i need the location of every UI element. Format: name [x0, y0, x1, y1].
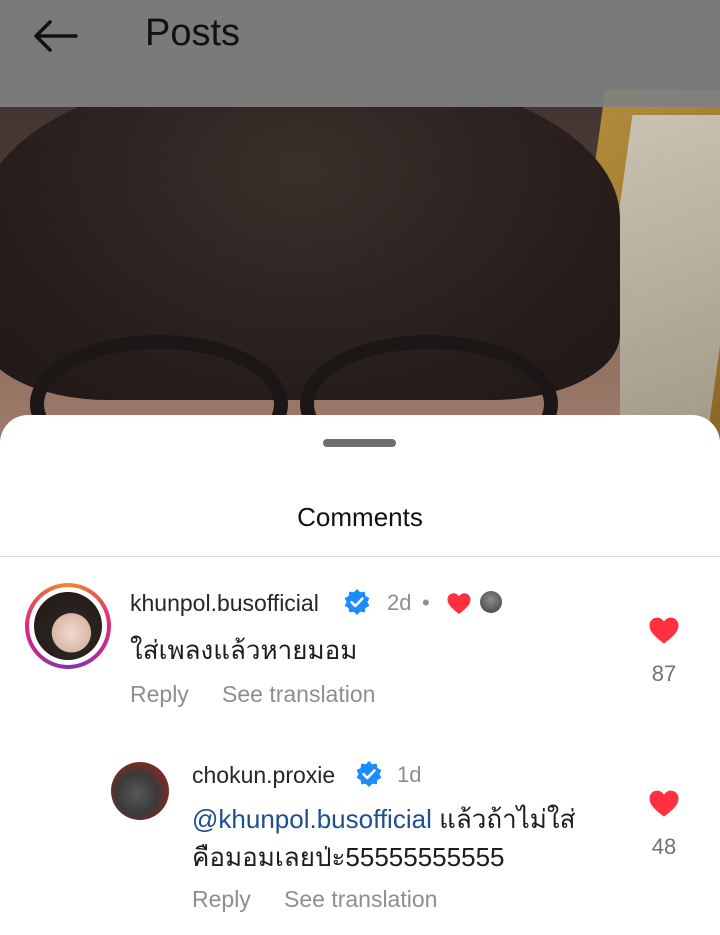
comment-time: 1d: [397, 762, 422, 787]
avatar: [34, 592, 102, 660]
comment-username[interactable]: khunpol.busofficial: [130, 590, 319, 617]
avatar[interactable]: [111, 762, 169, 820]
creator-liked-heart-icon: [447, 593, 471, 614]
see-translation-button[interactable]: See translation: [284, 886, 437, 913]
comments-sheet: Comments khunpol.busofficial 2d • ใส่เพล…: [0, 415, 720, 935]
reply-button[interactable]: Reply: [130, 681, 189, 708]
comment-username[interactable]: chokun.proxie: [192, 762, 335, 789]
drag-handle[interactable]: [323, 439, 396, 447]
comment-text-line2: คือมอมเลยป่ะ55555555555: [192, 842, 505, 872]
like-heart-icon[interactable]: [648, 616, 680, 645]
creator-avatar-mini: [480, 591, 502, 613]
divider: [0, 556, 720, 557]
comment-text: ใส่เพลงแล้วหายมอม: [130, 635, 358, 665]
avatar-story-ring[interactable]: [25, 583, 111, 669]
comments-title: Comments: [297, 502, 423, 532]
like-heart-icon[interactable]: [648, 789, 680, 818]
top-app-bar: Posts: [0, 0, 720, 107]
like-count: 87: [651, 661, 677, 686]
comment-text-line1: แล้วถ้าไม่ใส่: [431, 804, 576, 834]
reply-button[interactable]: Reply: [192, 886, 251, 913]
verified-badge-icon: [356, 761, 382, 787]
mention-link[interactable]: @khunpol.busofficial: [192, 804, 432, 834]
see-translation-button[interactable]: See translation: [222, 681, 375, 708]
verified-badge-icon: [344, 589, 370, 615]
back-arrow-icon[interactable]: [30, 16, 80, 56]
separator-dot: •: [422, 590, 430, 615]
like-count: 48: [651, 834, 677, 859]
comment-time: 2d: [387, 590, 412, 615]
page-title: Posts: [145, 12, 241, 54]
